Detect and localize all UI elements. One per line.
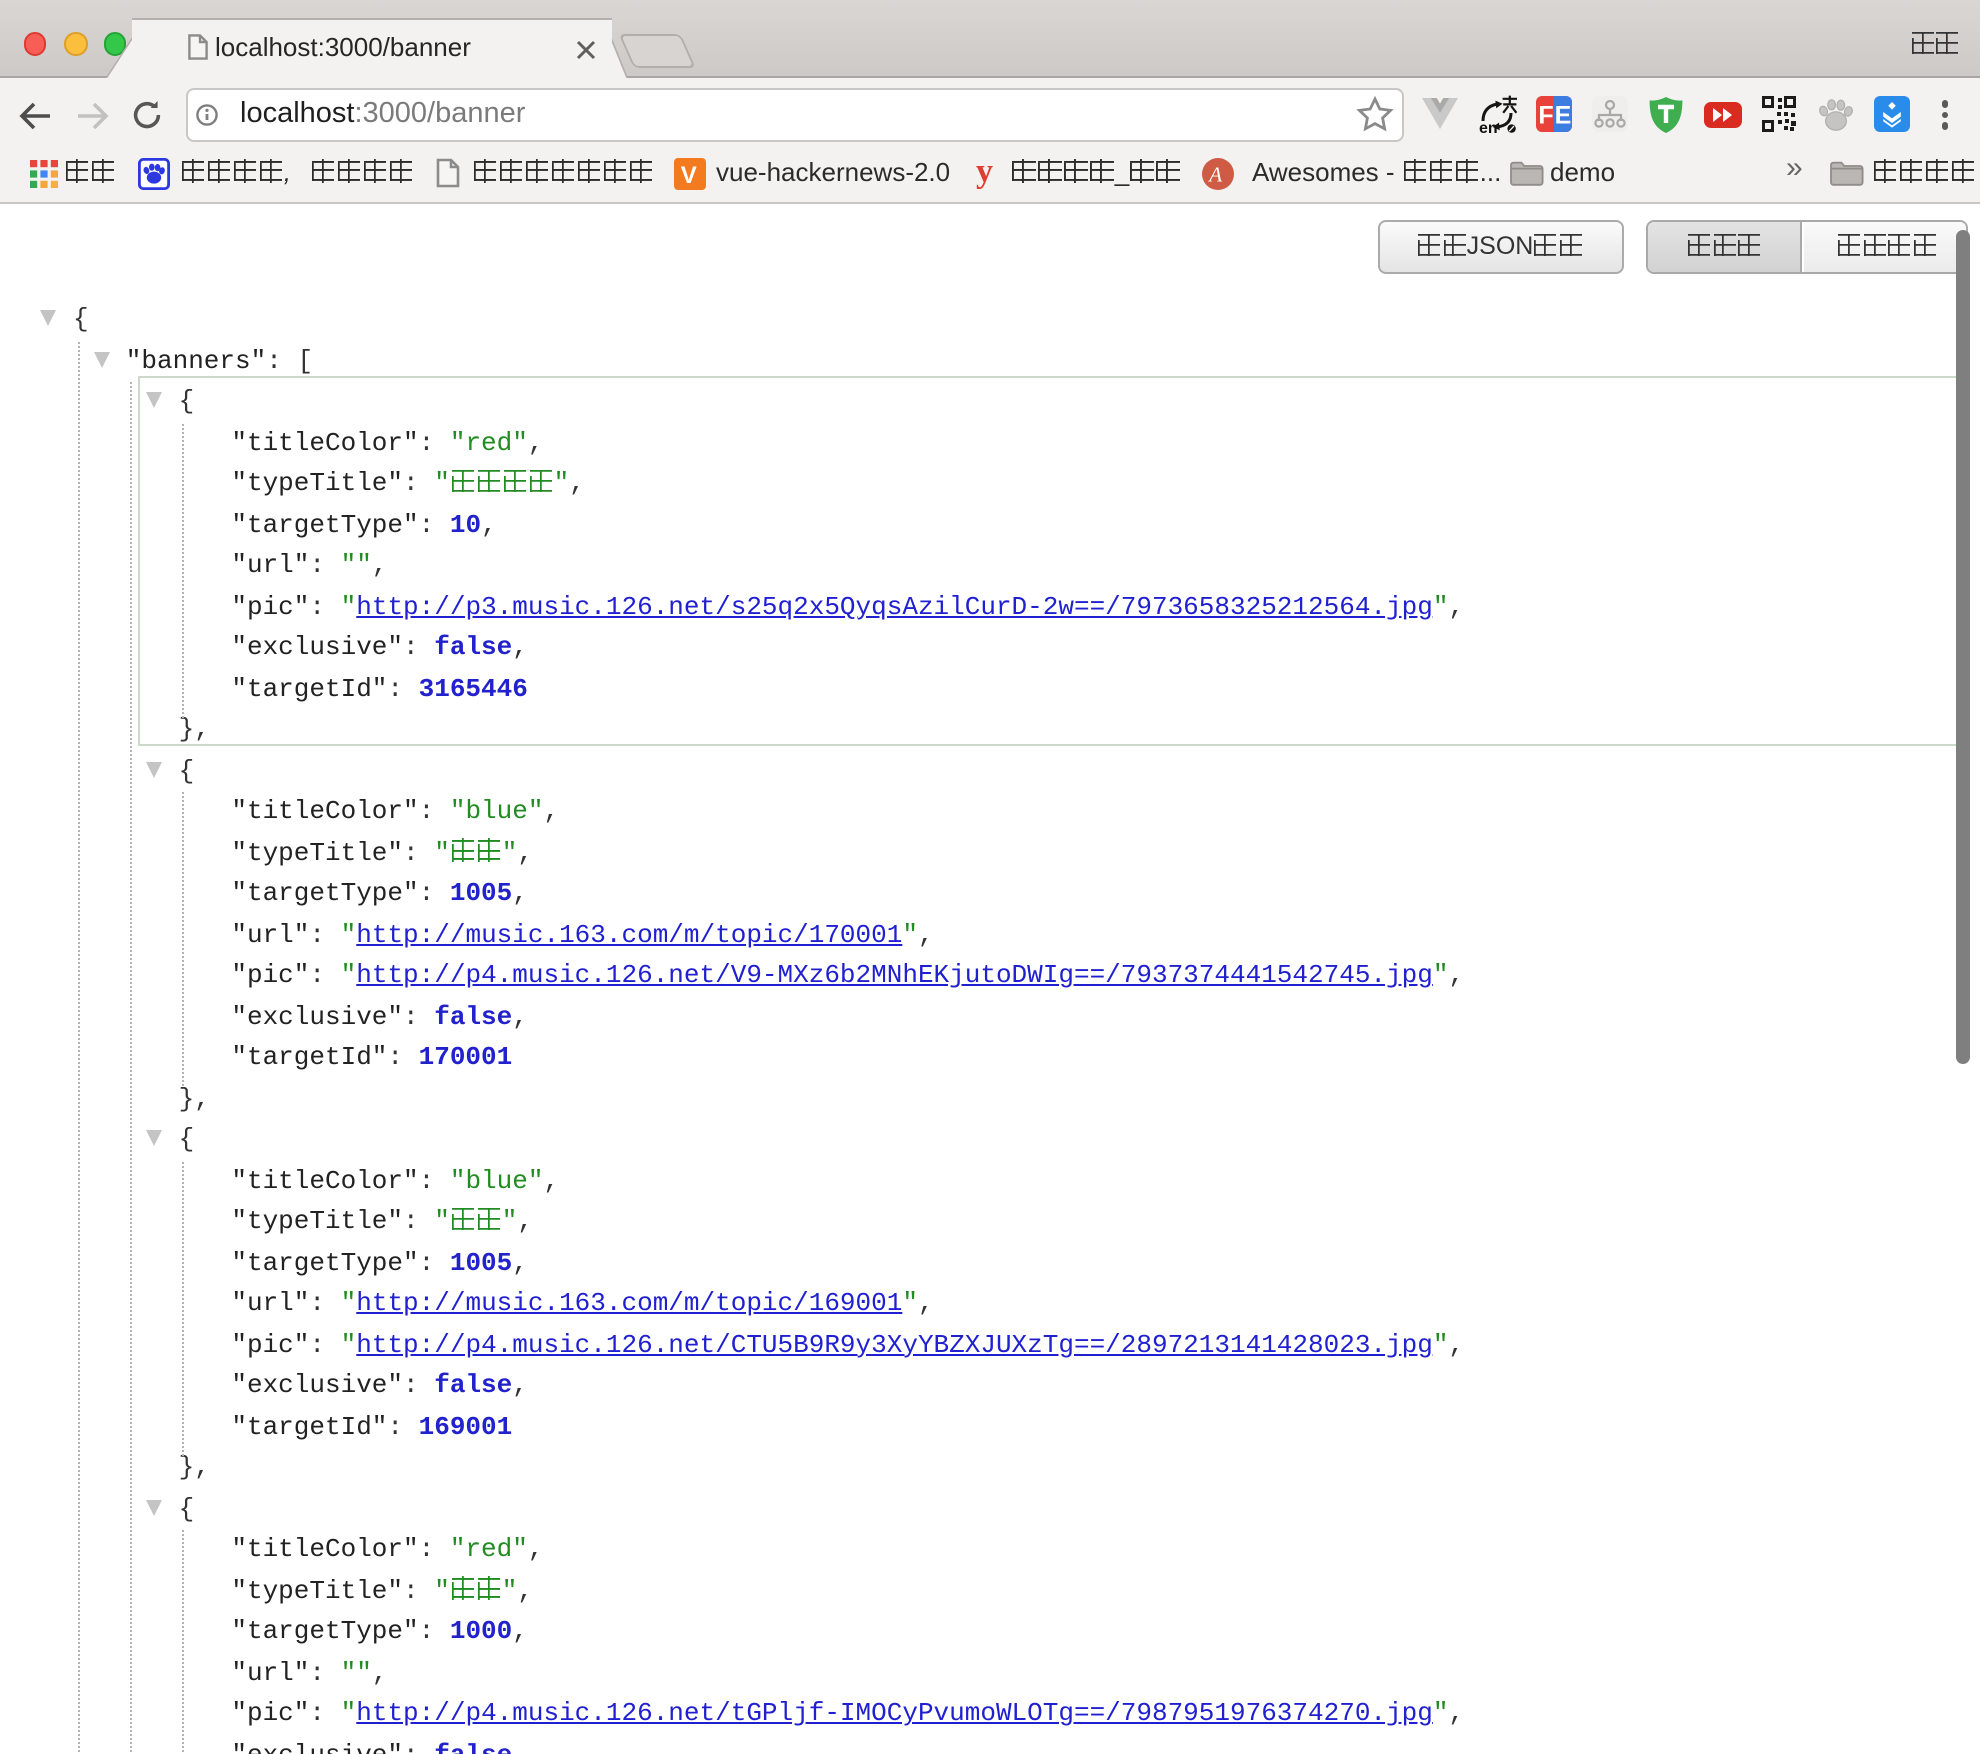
svg-text:en: en bbox=[1479, 120, 1498, 134]
svg-text:A: A bbox=[1207, 162, 1222, 186]
svg-text:F: F bbox=[1538, 102, 1553, 130]
svg-text:V: V bbox=[681, 161, 697, 188]
svg-text:E: E bbox=[1555, 102, 1572, 130]
